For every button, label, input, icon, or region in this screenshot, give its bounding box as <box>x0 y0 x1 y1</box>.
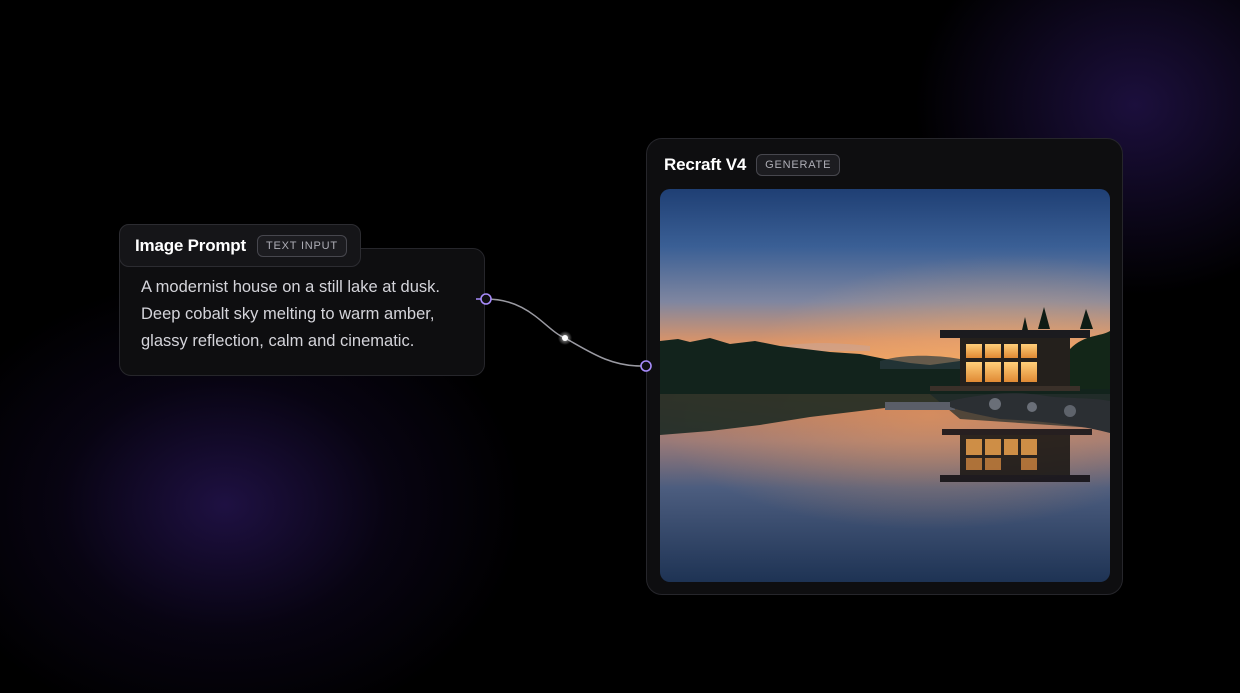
output-port[interactable] <box>480 293 492 305</box>
node-connector <box>476 293 652 372</box>
connector-midpoint[interactable] <box>562 335 568 341</box>
input-port[interactable] <box>640 360 652 372</box>
